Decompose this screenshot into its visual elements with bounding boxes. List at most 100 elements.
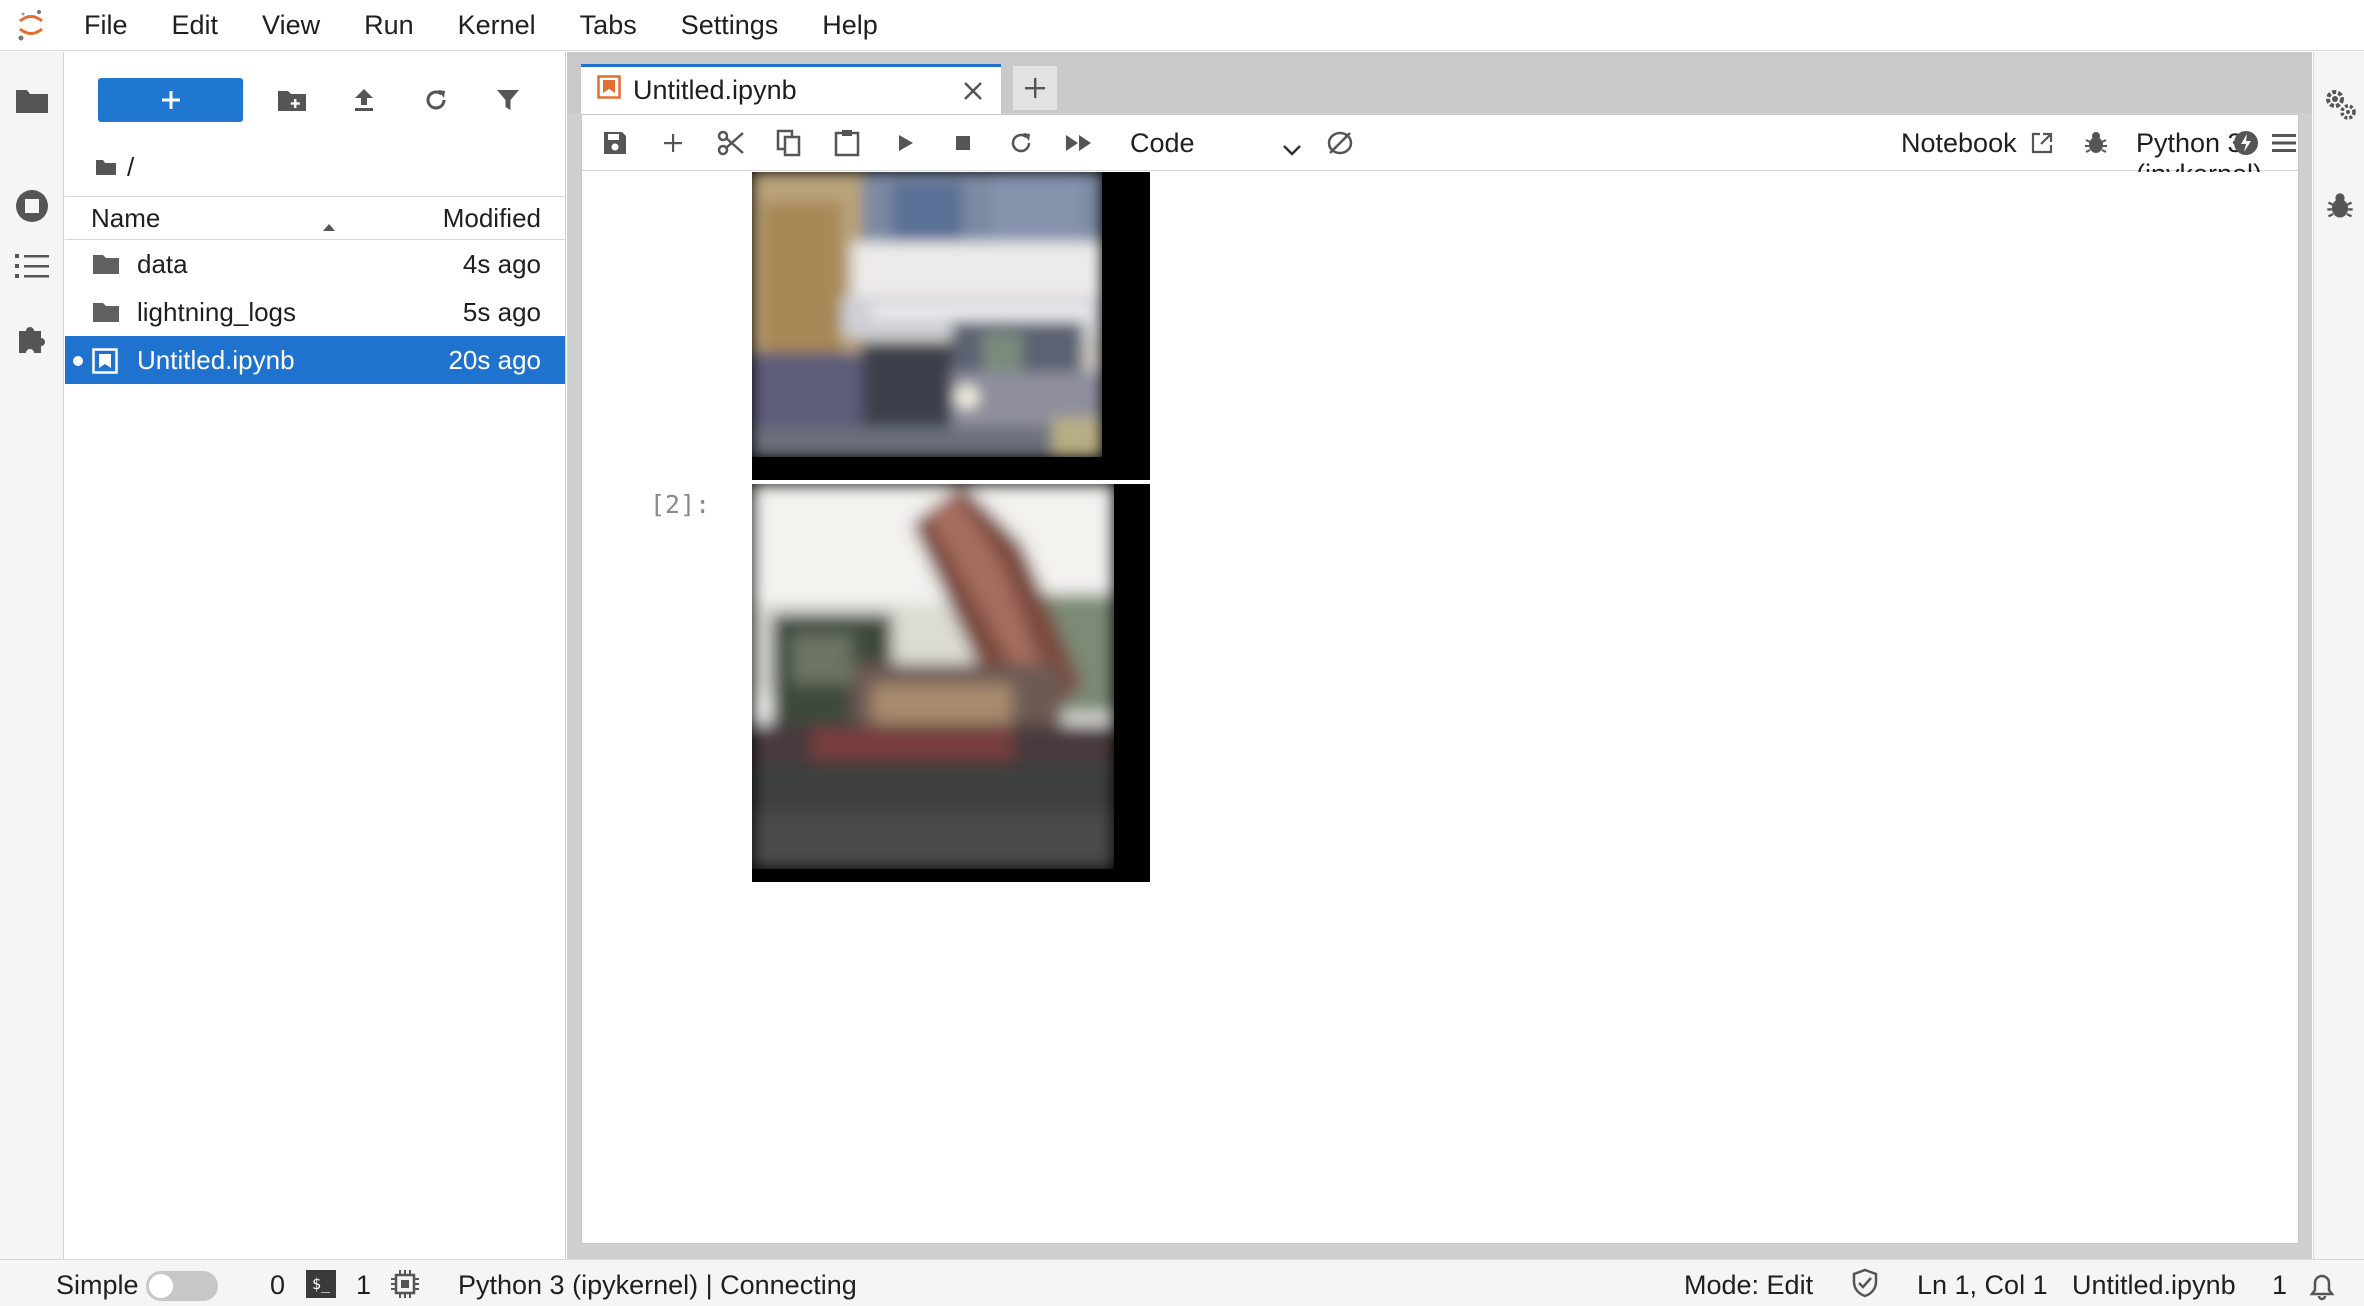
folder-icon <box>92 252 120 283</box>
breadcrumb-root[interactable]: / <box>127 152 134 183</box>
folder-icon <box>92 300 120 331</box>
save-button[interactable] <box>595 125 635 161</box>
menu-view[interactable]: View <box>240 0 342 51</box>
cursor-position[interactable]: Ln 1, Col 1 <box>1917 1270 2048 1301</box>
upload-icon <box>355 89 373 111</box>
menu-edit[interactable]: Edit <box>150 0 241 51</box>
file-name: Untitled.ipynb <box>137 344 295 375</box>
open-in-notebook-link[interactable]: Notebook <box>1901 128 2017 159</box>
running-indicator-icon <box>73 356 83 366</box>
file-browser-panel: / Name Modified data 4s ago lightning_lo… <box>65 52 566 1259</box>
file-name: data <box>137 248 188 279</box>
dump-truck-image <box>752 484 1150 882</box>
breadcrumb: / <box>65 148 565 186</box>
simple-mode-toggle[interactable] <box>146 1271 218 1301</box>
refresh-icon <box>426 90 446 110</box>
menu-settings[interactable]: Settings <box>659 0 801 51</box>
output-image-truck-front <box>752 172 1150 480</box>
tab-untitled-ipynb[interactable]: Untitled.ipynb <box>581 64 1001 114</box>
copy-icon <box>776 129 801 157</box>
cell-type-select[interactable]: Code <box>1130 123 1302 163</box>
debugger-bug-icon[interactable] <box>2314 178 2364 234</box>
format-button[interactable] <box>1320 125 1360 161</box>
right-sidebar <box>2313 52 2364 1259</box>
close-icon[interactable] <box>959 77 987 105</box>
external-link-icon[interactable] <box>2022 125 2062 161</box>
extension-icon[interactable] <box>0 310 64 366</box>
notebook-cells[interactable]: [2]: <box>582 172 2298 1243</box>
paste-button[interactable] <box>827 125 867 161</box>
status-bar: Simple 0 $_ 1 Python 3 (ipykernel) | Con… <box>0 1259 2364 1306</box>
new-tab-button[interactable] <box>1013 66 1057 110</box>
output-prompt: [2]: <box>650 490 711 519</box>
new-launcher-button[interactable] <box>98 78 243 122</box>
trusted-shield-icon[interactable] <box>1850 1268 1880 1305</box>
file-browser-toolbar <box>65 52 565 148</box>
plus-icon <box>664 134 682 152</box>
simple-mode-label: Simple <box>56 1270 139 1300</box>
kernels-count[interactable]: 1 <box>356 1270 371 1301</box>
menu-tabs[interactable]: Tabs <box>558 0 659 51</box>
truck-front-image <box>752 172 1150 480</box>
play-icon <box>899 135 913 151</box>
output-image-dump-truck <box>752 484 1150 882</box>
terminals-count[interactable]: 0 <box>270 1270 285 1301</box>
file-name: lightning_logs <box>137 296 297 327</box>
bell-icon[interactable] <box>2306 1269 2338 1306</box>
insert-cell-button[interactable] <box>653 125 693 161</box>
notification-count[interactable]: 1 <box>2272 1270 2287 1301</box>
new-folder-button[interactable] <box>256 78 328 122</box>
jupyter-logo-icon[interactable] <box>0 0 62 51</box>
file-modified: 20s ago <box>448 344 541 375</box>
menu-hamburger-icon[interactable] <box>2267 125 2301 161</box>
file-row-data[interactable]: data 4s ago <box>65 240 565 288</box>
save-icon <box>604 132 626 154</box>
scissors-icon <box>717 130 744 156</box>
tab-label: Untitled.ipynb <box>633 75 797 105</box>
file-row-untitled-ipynb[interactable]: Untitled.ipynb 20s ago <box>65 336 565 384</box>
menu-run[interactable]: Run <box>342 0 436 51</box>
filter-icon <box>497 90 519 110</box>
sort-ascending-icon <box>321 209 337 240</box>
plus-icon <box>1025 78 1045 98</box>
editor-mode[interactable]: Mode: Edit <box>1684 1270 1813 1301</box>
column-modified-header[interactable]: Modified <box>443 203 541 234</box>
filter-button[interactable] <box>472 78 544 122</box>
refresh-icon <box>1011 133 1031 153</box>
run-cell-button[interactable] <box>885 125 925 161</box>
notebook-panel: Code Notebook Python 3 (ipykernel) <box>581 114 2299 1244</box>
folder-icon[interactable] <box>95 158 117 176</box>
jupyter-format-icon <box>1327 131 1353 155</box>
stop-icon <box>956 136 970 150</box>
file-row-lightning-logs[interactable]: lightning_logs 5s ago <box>65 288 565 336</box>
copy-button[interactable] <box>769 125 809 161</box>
restart-kernel-button[interactable] <box>1001 125 1041 161</box>
new-folder-icon <box>278 91 306 111</box>
toc-icon[interactable] <box>0 238 64 294</box>
debugger-button[interactable] <box>2076 125 2116 161</box>
file-list-header: Name Modified <box>65 196 565 240</box>
menu-kernel[interactable]: Kernel <box>436 0 558 51</box>
left-activity-bar <box>0 52 64 1259</box>
chevron-down-icon <box>1282 133 1302 164</box>
kernel-status-icon <box>2228 125 2264 161</box>
running-icon[interactable] <box>0 178 64 234</box>
folder-icon[interactable] <box>0 72 64 128</box>
restart-run-all-button[interactable] <box>1059 125 1099 161</box>
menu-file[interactable]: File <box>62 0 150 51</box>
kernel-chip-icon[interactable] <box>390 1269 420 1306</box>
upload-button[interactable] <box>328 78 400 122</box>
fast-forward-icon <box>1066 135 1091 151</box>
refresh-button[interactable] <box>400 78 472 122</box>
column-name-header[interactable]: Name <box>91 203 160 234</box>
kernel-status[interactable]: Python 3 (ipykernel) | Connecting <box>458 1270 857 1301</box>
cell-type-value: Code <box>1130 127 1195 158</box>
interrupt-kernel-button[interactable] <box>943 125 983 161</box>
main-dock-area: Untitled.ipynb Code Notebook Python [2]: <box>567 52 2312 1259</box>
terminal-icon[interactable]: $_ <box>306 1270 336 1298</box>
property-inspector-gears-icon[interactable] <box>2314 76 2364 132</box>
menu-help[interactable]: Help <box>800 0 900 51</box>
cut-button[interactable] <box>711 125 751 161</box>
plus-icon <box>161 91 180 109</box>
toggle-knob <box>149 1274 173 1298</box>
